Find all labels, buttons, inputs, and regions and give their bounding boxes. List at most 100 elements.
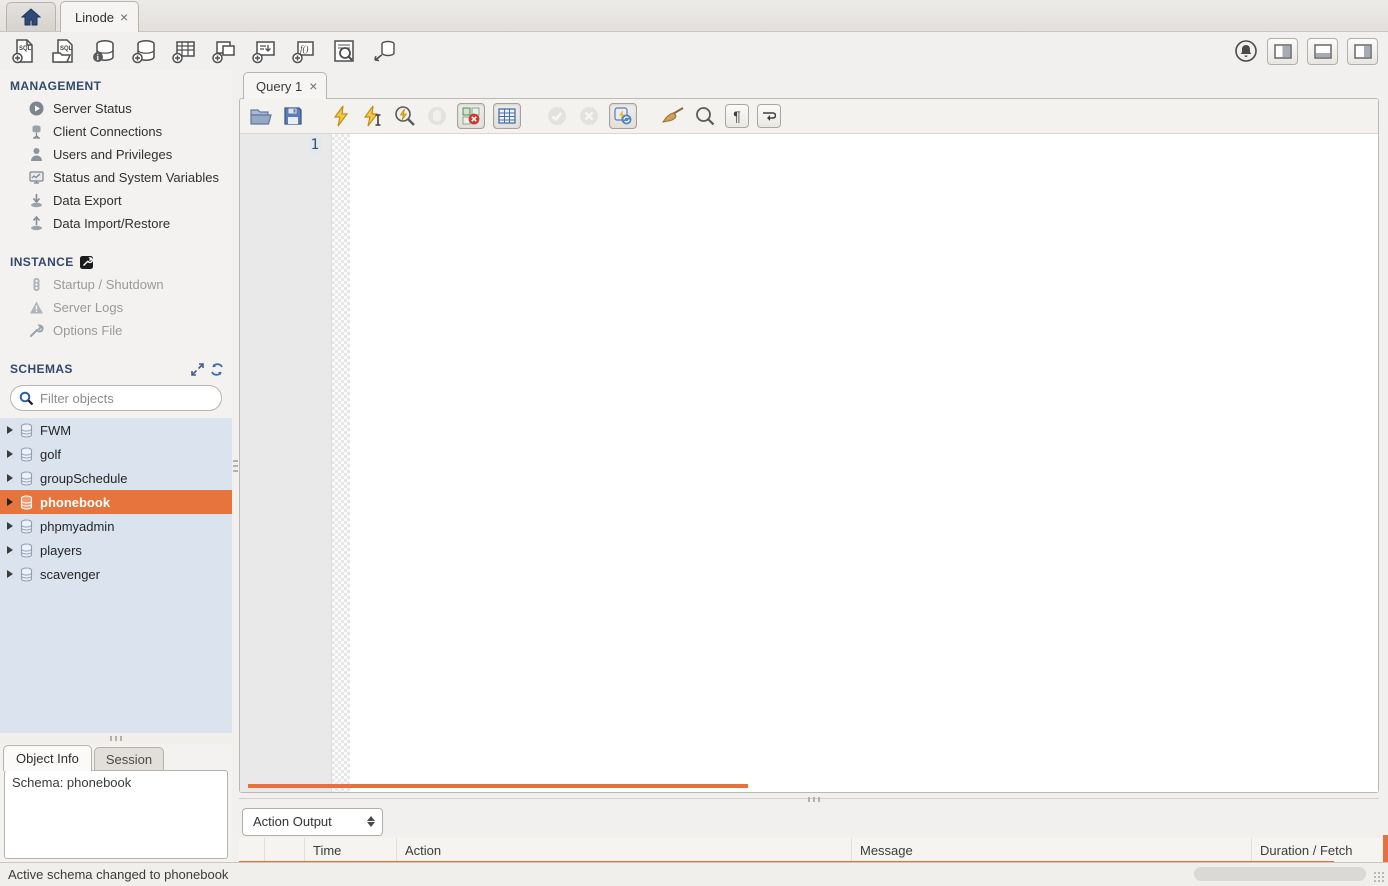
server-status-icon — [28, 101, 44, 117]
output-col-status[interactable] — [239, 838, 265, 862]
output-col-action[interactable]: Action — [397, 838, 852, 862]
toggle-left-sidebar-button[interactable] — [1267, 38, 1298, 65]
status-message: Active schema changed to phonebook — [8, 867, 228, 882]
home-tab[interactable] — [6, 2, 56, 31]
sidebar-item-users-and-privileges[interactable]: Users and Privileges — [0, 143, 232, 166]
filter-objects-input[interactable] — [40, 391, 216, 406]
schema-row-scavenger[interactable]: scavenger — [0, 562, 232, 586]
open-file-button[interactable] — [249, 104, 273, 128]
sidebar-item-status-system-variables[interactable]: Status and System Variables — [0, 166, 232, 189]
sidebar-item-startup-shutdown[interactable]: Startup / Shutdown — [0, 273, 232, 296]
close-icon[interactable]: × — [120, 10, 128, 24]
save-button[interactable] — [281, 104, 305, 128]
import-icon — [28, 216, 44, 232]
create-table-button[interactable] — [170, 38, 197, 65]
tab-object-info[interactable]: Object Info — [3, 745, 92, 771]
status-bar: Active schema changed to phonebook — [0, 862, 1388, 886]
stop-button[interactable] — [425, 104, 449, 128]
toggle-bottom-panel-button[interactable] — [1307, 38, 1338, 65]
connection-tabbar: Linode × — [0, 0, 1388, 32]
schema-row-fwm[interactable]: FWM — [0, 418, 232, 442]
schema-row-groupschedule[interactable]: groupSchedule — [0, 466, 232, 490]
horizontal-scrollbar-thumb[interactable] — [1194, 867, 1366, 881]
beautify-button[interactable] — [661, 104, 685, 128]
expander-icon[interactable] — [7, 426, 13, 434]
expander-icon[interactable] — [7, 474, 13, 482]
sidebar-item-data-import[interactable]: Data Import/Restore — [0, 212, 232, 235]
output-col-message[interactable]: Message — [852, 838, 1252, 862]
info-tabs: Object Info Session — [0, 744, 232, 771]
export-icon — [28, 193, 44, 209]
refresh-schemas-icon[interactable] — [210, 363, 224, 376]
toggle-autocommit-button[interactable] — [609, 103, 637, 129]
reconnect-dbms-button[interactable] — [370, 38, 397, 65]
query-tabbar: Query 1 × — [239, 70, 1388, 98]
toggle-stop-on-error-button[interactable] — [457, 103, 485, 129]
schema-icon — [19, 519, 34, 534]
svg-text:SQL: SQL — [60, 46, 73, 52]
schema-tree: FWM golf groupSchedule phonebook — [0, 418, 232, 733]
query-tab-label: Query 1 — [256, 79, 302, 94]
sidebar-item-options-file[interactable]: Options File — [0, 319, 232, 342]
output-splitter[interactable] — [239, 793, 1388, 805]
expand-schemas-icon[interactable] — [191, 363, 204, 376]
editor-progress-bar — [248, 784, 748, 788]
database-info-button[interactable]: i — [90, 38, 117, 65]
show-invisible-characters-button[interactable]: ¶ — [725, 104, 749, 128]
output-type-select[interactable]: Action Output — [242, 808, 383, 836]
expander-icon[interactable] — [7, 546, 13, 554]
sidebar-vertical-splitter[interactable] — [232, 70, 239, 862]
commit-button[interactable] — [545, 104, 569, 128]
schema-row-phpmyadmin[interactable]: phpmyadmin — [0, 514, 232, 538]
schema-row-golf[interactable]: golf — [0, 442, 232, 466]
output-col-index[interactable] — [265, 838, 305, 862]
expander-icon[interactable] — [7, 498, 13, 506]
pilcrow-icon: ¶ — [733, 108, 741, 124]
monitor-chart-icon — [28, 170, 44, 186]
create-procedure-button[interactable] — [250, 38, 277, 65]
fold-margin — [332, 134, 350, 792]
toggle-right-sidebar-button[interactable] — [1347, 38, 1378, 65]
output-right-accent — [1383, 835, 1388, 865]
create-function-button[interactable]: f() — [290, 38, 317, 65]
connection-tab-linode[interactable]: Linode × — [60, 1, 139, 32]
sidebar-item-data-export[interactable]: Data Export — [0, 189, 232, 212]
sidebar-item-server-status[interactable]: Server Status — [0, 97, 232, 120]
sql-editor[interactable]: 1 — [240, 134, 1378, 792]
object-info-text: Schema: phonebook — [12, 775, 131, 790]
create-schema-button[interactable] — [130, 38, 157, 65]
schema-row-phonebook[interactable]: phonebook — [0, 490, 232, 514]
sidebar-item-server-logs[interactable]: Server Logs — [0, 296, 232, 319]
query-tab-1[interactable]: Query 1 × — [243, 72, 327, 99]
schema-icon — [19, 567, 34, 582]
create-view-button[interactable] — [210, 38, 237, 65]
tab-session[interactable]: Session — [94, 747, 164, 771]
rollback-button[interactable] — [577, 104, 601, 128]
editor-canvas[interactable] — [350, 134, 1378, 792]
output-col-time[interactable]: Time — [305, 838, 397, 862]
find-button[interactable] — [693, 104, 717, 128]
execute-button[interactable] — [329, 104, 353, 128]
schema-row-players[interactable]: players — [0, 538, 232, 562]
expander-icon[interactable] — [7, 522, 13, 530]
limit-rows-button[interactable] — [493, 103, 521, 129]
search-table-data-button[interactable] — [330, 38, 357, 65]
open-sql-script-button[interactable]: SQL — [50, 38, 77, 65]
sidebar-item-client-connections[interactable]: Client Connections — [0, 120, 232, 143]
close-icon[interactable]: × — [309, 79, 317, 93]
warning-icon — [28, 300, 44, 316]
mysql-workbench-window: Linode × SQL SQL i — [0, 0, 1388, 886]
notifications-icon[interactable] — [1234, 39, 1258, 63]
schema-icon — [19, 543, 34, 558]
expander-icon[interactable] — [7, 450, 13, 458]
execute-current-statement-button[interactable] — [361, 104, 385, 128]
explain-button[interactable] — [393, 104, 417, 128]
expander-icon[interactable] — [7, 570, 13, 578]
output-bar: Action Output — [239, 805, 1388, 838]
wrap-text-button[interactable] — [757, 104, 781, 128]
output-col-duration[interactable]: Duration / Fetch — [1252, 838, 1388, 862]
line-number: 1 — [309, 137, 321, 153]
sidebar-horizontal-splitter[interactable] — [0, 733, 232, 744]
resize-grip[interactable] — [1373, 871, 1385, 883]
new-query-tab-button[interactable]: SQL — [10, 38, 37, 65]
